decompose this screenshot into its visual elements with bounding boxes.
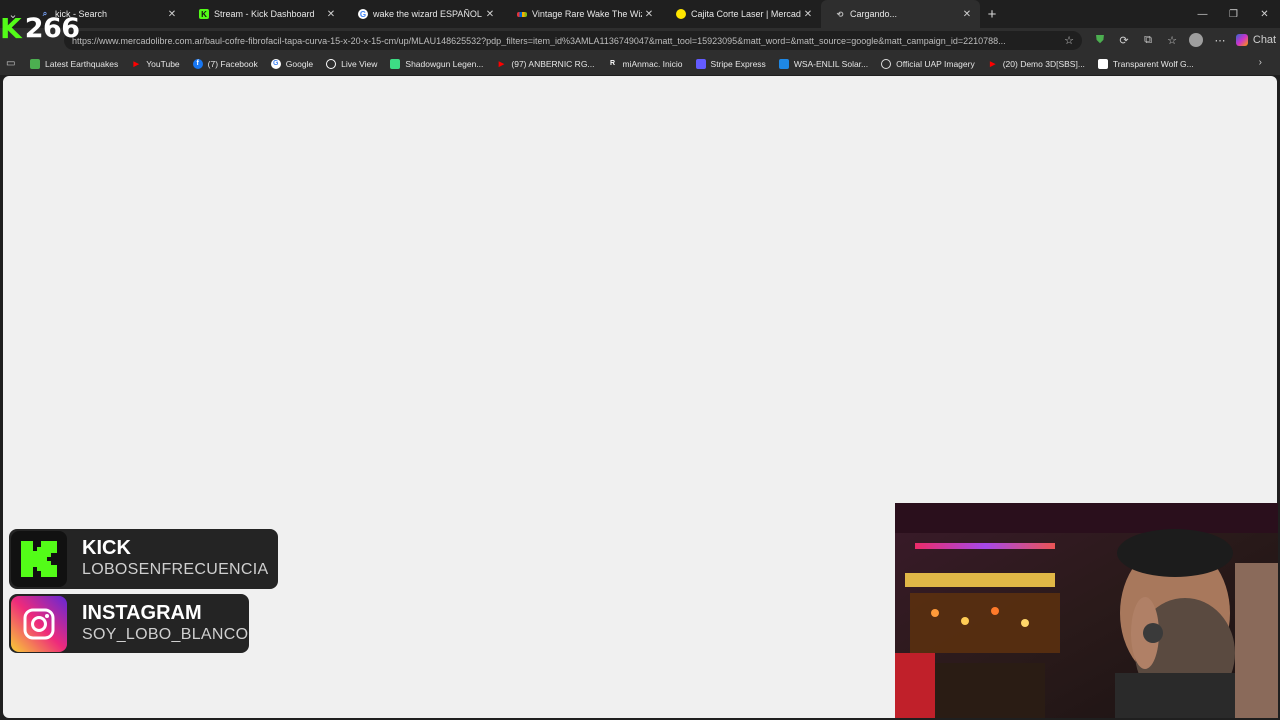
bookmark-item[interactable]: ▶ (20) Demo 3D[SBS]... xyxy=(988,59,1085,69)
bookmark-label: Google xyxy=(285,58,314,69)
kick-logo-icon xyxy=(11,531,67,587)
close-icon[interactable]: ✕ xyxy=(642,9,656,20)
noaa-icon xyxy=(778,58,789,69)
globe-icon xyxy=(881,58,892,69)
bookmark-item[interactable]: G Google xyxy=(270,58,314,69)
bookmark-label: (20) Demo 3D[SBS]... xyxy=(1002,58,1085,69)
close-icon[interactable]: ✕ xyxy=(165,9,179,20)
close-icon[interactable]: ✕ xyxy=(960,9,974,20)
mercadolibre-icon xyxy=(676,9,686,19)
chat-label: Chat xyxy=(1252,34,1277,46)
bookmark-label: WSA-ENLIL Solar... xyxy=(793,58,869,69)
window-controls: — ❐ ✕ xyxy=(1187,0,1280,28)
bookmarks-overflow-chevron-icon[interactable]: › xyxy=(1259,57,1262,68)
earthquake-icon xyxy=(30,58,40,69)
google-icon: G xyxy=(270,58,281,69)
kick-social-badge: KICK LOBOSENFRECUENCIA xyxy=(9,529,278,589)
android-icon xyxy=(390,58,401,69)
tab-title: Vintage Rare Wake The Wizard Th xyxy=(532,9,642,19)
new-tab-button[interactable]: + xyxy=(980,0,1004,28)
browser-toolbar: https://www.mercadolibre.com.ar/baul-cof… xyxy=(0,28,1280,52)
shield-extension-icon[interactable]: ⛊ xyxy=(1088,28,1112,52)
facebook-icon: f xyxy=(192,58,203,69)
copilot-chat-button[interactable]: Chat xyxy=(1232,28,1280,52)
bookmark-label: Shadowgun Legen... xyxy=(405,58,484,69)
copilot-icon xyxy=(1235,34,1248,46)
address-bar-url[interactable]: https://www.mercadolibre.com.ar/baul-cof… xyxy=(72,36,1058,46)
split-screen-icon[interactable]: ⧉ xyxy=(1136,28,1160,52)
tab-mercadolibre-cajita[interactable]: Cajita Corte Laser | MercadoLibre 📦 ✕ xyxy=(662,0,821,28)
youtube-icon: ▶ xyxy=(990,60,996,68)
bookmark-item[interactable]: RmiAnmac. Inicio xyxy=(608,59,683,69)
youtube-icon: ▶ xyxy=(498,60,505,68)
kick-icon: K xyxy=(199,9,209,19)
instagram-logo-icon xyxy=(11,595,67,652)
address-bar[interactable]: https://www.mercadolibre.com.ar/baul-cof… xyxy=(64,31,1082,50)
document-icon xyxy=(1097,58,1108,69)
google-icon: G xyxy=(358,9,368,19)
tab-title: Stream - Kick Dashboard xyxy=(214,9,315,19)
bookmark-item[interactable]: Latest Earthquakes xyxy=(30,58,119,69)
tab-strip: ⌄ ⌕ kick - Search ✕ K Stream - Kick Dash… xyxy=(0,0,1280,28)
bookmark-item[interactable]: WSA-ENLIL Solar... xyxy=(778,58,869,69)
bookmark-label: (7) Facebook xyxy=(207,58,258,69)
ebay-icon xyxy=(517,11,527,17)
viewer-count: 266 xyxy=(24,13,80,44)
instagram-social-badge: INSTAGRAM SOY_LOBO_BLANCO xyxy=(9,594,249,653)
youtube-icon: ▶ xyxy=(133,60,139,68)
screen: ⌄ ⌕ kick - Search ✕ K Stream - Kick Dash… xyxy=(0,0,1280,720)
github-icon xyxy=(326,58,337,69)
bookmark-item[interactable]: Official UAP Imagery xyxy=(881,58,975,69)
tab-title: wake the wizard ESPAÑOL VIDEO xyxy=(373,9,483,19)
tab-loading[interactable]: ⟲ Cargando... ✕ xyxy=(821,0,980,28)
bookmark-label: Latest Earthquakes xyxy=(45,58,119,69)
tab-kick-dashboard[interactable]: K Stream - Kick Dashboard ✕ xyxy=(185,0,344,28)
bookmarks-bar: ▭ Latest Earthquakes ▶ YouTube f (7) Faceb… xyxy=(0,52,1280,75)
minimize-icon[interactable]: — xyxy=(1187,0,1218,28)
bookmark-label: Official UAP Imagery xyxy=(896,58,975,69)
webcam-image xyxy=(895,503,1278,718)
extensions-icon[interactable]: ⟳ xyxy=(1112,28,1136,52)
close-icon[interactable]: ✕ xyxy=(483,9,497,20)
tab-title: Cargando... xyxy=(850,9,898,19)
window-close-icon[interactable]: ✕ xyxy=(1249,0,1280,28)
webcam-feed xyxy=(895,503,1278,718)
r-icon: R xyxy=(610,60,616,67)
close-icon[interactable]: ✕ xyxy=(324,9,338,20)
kick-platform-label: KICK xyxy=(82,537,131,559)
tab-ebay-vintage[interactable]: Vintage Rare Wake The Wizard Th ✕ xyxy=(503,0,662,28)
close-icon[interactable]: ✕ xyxy=(801,9,815,20)
bookmark-label: (97) ANBERNIC RG... xyxy=(511,58,595,69)
favorite-star-icon[interactable]: ☆ xyxy=(1064,34,1074,47)
sidebar-toggle-icon[interactable]: ▭ xyxy=(6,58,20,69)
bookmark-label: miAnmac. Inicio xyxy=(622,58,683,69)
instagram-handle: SOY_LOBO_BLANCO xyxy=(82,625,249,643)
stripe-icon xyxy=(695,58,706,69)
bookmark-item[interactable]: ▶ YouTube xyxy=(131,58,180,69)
bookmark-label: YouTube xyxy=(146,58,180,69)
more-menu-icon[interactable]: ⋯ xyxy=(1208,28,1232,52)
bookmark-item[interactable]: f (7) Facebook xyxy=(192,58,258,69)
instagram-platform-label: INSTAGRAM xyxy=(82,601,202,624)
kick-logo-icon: K xyxy=(0,12,22,45)
bookmark-item[interactable]: ▶ (97) ANBERNIC RG... xyxy=(496,58,595,69)
bookmark-item[interactable]: Transparent Wolf G... xyxy=(1097,58,1194,69)
bookmark-item[interactable]: Stripe Express xyxy=(695,58,766,69)
favorites-icon[interactable]: ☆ xyxy=(1160,28,1184,52)
profile-avatar-icon[interactable] xyxy=(1184,28,1208,52)
bookmark-item[interactable]: Shadowgun Legen... xyxy=(390,58,484,69)
tab-google-wake-the-wizard[interactable]: G wake the wizard ESPAÑOL VIDEO ✕ xyxy=(344,0,503,28)
loading-icon: ⟲ xyxy=(836,9,844,19)
bookmark-label: Live View xyxy=(341,58,378,69)
viewer-count-overlay: K 266 xyxy=(0,14,80,44)
bookmark-label: Stripe Express xyxy=(710,58,766,69)
bookmark-label: Transparent Wolf G... xyxy=(1112,58,1194,69)
restore-icon[interactable]: ❐ xyxy=(1218,0,1249,28)
toolbar-icons: ⛊ ⟳ ⧉ ☆ ⋯ Chat xyxy=(1088,28,1280,52)
tab-title: Cajita Corte Laser | MercadoLibre 📦 xyxy=(691,8,801,19)
kick-handle: LOBOSENFRECUENCIA xyxy=(82,561,269,578)
bookmark-item[interactable]: Live View xyxy=(326,58,378,69)
